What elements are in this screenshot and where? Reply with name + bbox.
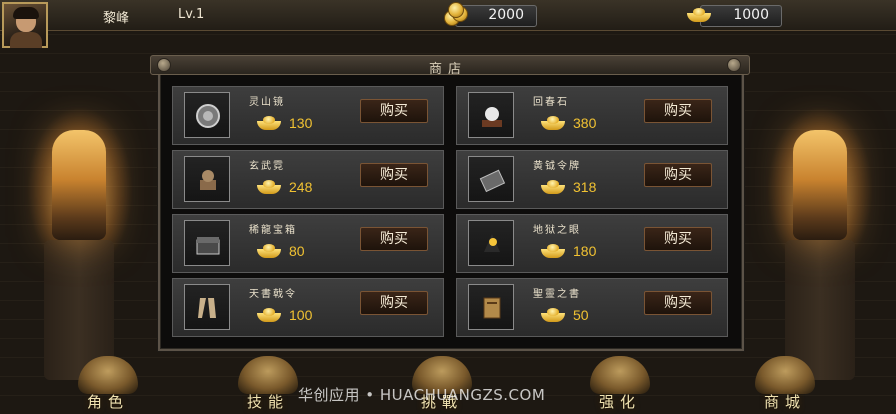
buy-button[interactable]: 购买 [360,163,428,187]
item-slot[interactable] [468,92,514,138]
gold-ingot-icon [541,116,565,130]
player-avatar[interactable] [2,2,48,48]
item-price-value: 248 [289,179,313,195]
skill-emblem-icon [238,356,298,394]
item-name: 地狱之眼 [533,225,581,236]
nav-item[interactable]: 强化 [570,352,670,414]
character-emblem-icon [78,356,138,394]
shop-item-card: 回春石 380 购买 [456,86,728,145]
gold-ingot-icon [257,180,281,194]
shop-item-card: 黄钺令牌 318 购买 [456,150,728,209]
item-price-value: 180 [573,243,597,259]
tortoise-statue-icon [200,170,216,190]
gold-ingot-icon [257,308,281,322]
item-price-value: 100 [289,307,313,323]
buy-button[interactable]: 购买 [644,291,712,315]
item-price: 130 [257,113,312,133]
item-price-value: 130 [289,115,313,131]
item-price-value: 318 [573,179,597,195]
scroll-decree-icon [198,298,216,318]
player-name: 黎峰 [103,11,130,26]
item-price-value: 380 [573,115,597,131]
nav-label: 强化 [598,393,641,411]
nav-label: 角色 [86,393,129,411]
buy-button[interactable]: 购买 [360,99,428,123]
player-level: Lv.1 [178,7,205,22]
shop-item-card: 聖靈之書 50 购买 [456,278,728,337]
item-name: 回春石 [533,97,569,108]
gold-balance[interactable]: 1000 [687,5,782,27]
shop-item-card: 地狱之眼 180 购买 [456,214,728,273]
shop-item-card: 灵山镜 130 购买 [172,86,444,145]
item-price-value: 80 [289,243,305,259]
item-name: 黄钺令牌 [533,161,581,172]
item-name: 玄武霓 [249,161,285,172]
spell-book-icon [483,297,501,319]
watermark: 华创应用 • HUACHUANGZS.COM [298,386,546,404]
shop-item-card: 稀龍宝箱 80 购买 [172,214,444,273]
item-slot[interactable] [184,220,230,266]
item-slot[interactable] [468,156,514,202]
item-name: 灵山镜 [249,97,285,108]
item-price: 100 [257,305,312,325]
enhance-emblem-icon [590,356,650,394]
item-price: 248 [257,177,312,197]
buy-button[interactable]: 购买 [360,227,428,251]
mall-emblem-icon [755,356,815,394]
item-slot[interactable] [468,220,514,266]
item-price: 318 [541,177,596,197]
buy-button[interactable]: 购买 [360,291,428,315]
treasure-chest-icon [196,237,220,255]
coin-balance[interactable]: 2000 [444,2,537,27]
gold-ingot-icon [541,244,565,258]
item-slot[interactable] [184,92,230,138]
item-slot[interactable] [468,284,514,330]
shop-title: 商店 [428,62,467,77]
item-price: 80 [257,241,305,261]
buy-button[interactable]: 购买 [644,163,712,187]
gold-ingot-icon [687,8,711,22]
item-price-value: 50 [573,307,589,323]
coin-stack-icon [444,2,468,26]
gold-value: 1000 [733,7,769,23]
right-torch-icon [793,130,847,240]
nav-item[interactable]: 角色 [58,352,158,414]
left-torch-icon [52,130,106,240]
shop-item-card: 天書戟令 100 购买 [172,278,444,337]
pearl-stone-icon [482,107,502,127]
item-name: 天書戟令 [249,289,297,300]
item-slot[interactable] [184,156,230,202]
item-price: 50 [541,305,589,325]
nav-item[interactable]: 商城 [735,352,835,414]
gold-ingot-icon [257,244,281,258]
buy-button[interactable]: 购买 [644,227,712,251]
token-plaque-icon [479,169,506,193]
item-price: 380 [541,113,596,133]
gold-ingot-icon [257,116,281,130]
item-price: 180 [541,241,596,261]
item-name: 稀龍宝箱 [249,225,297,236]
buy-button[interactable]: 购买 [644,99,712,123]
gold-ingot-icon [541,180,565,194]
top-status-bar: 黎峰 Lv.1 2000 1000 [0,0,896,31]
item-name: 聖靈之書 [533,289,581,300]
shop-item-card: 玄武霓 248 购买 [172,150,444,209]
gold-ingot-icon [541,308,565,322]
nav-label: 商城 [763,393,806,411]
demon-eye-icon [484,234,500,252]
bronze-mirror-icon [196,104,220,128]
coin-value: 2000 [488,7,524,23]
item-slot[interactable] [184,284,230,330]
